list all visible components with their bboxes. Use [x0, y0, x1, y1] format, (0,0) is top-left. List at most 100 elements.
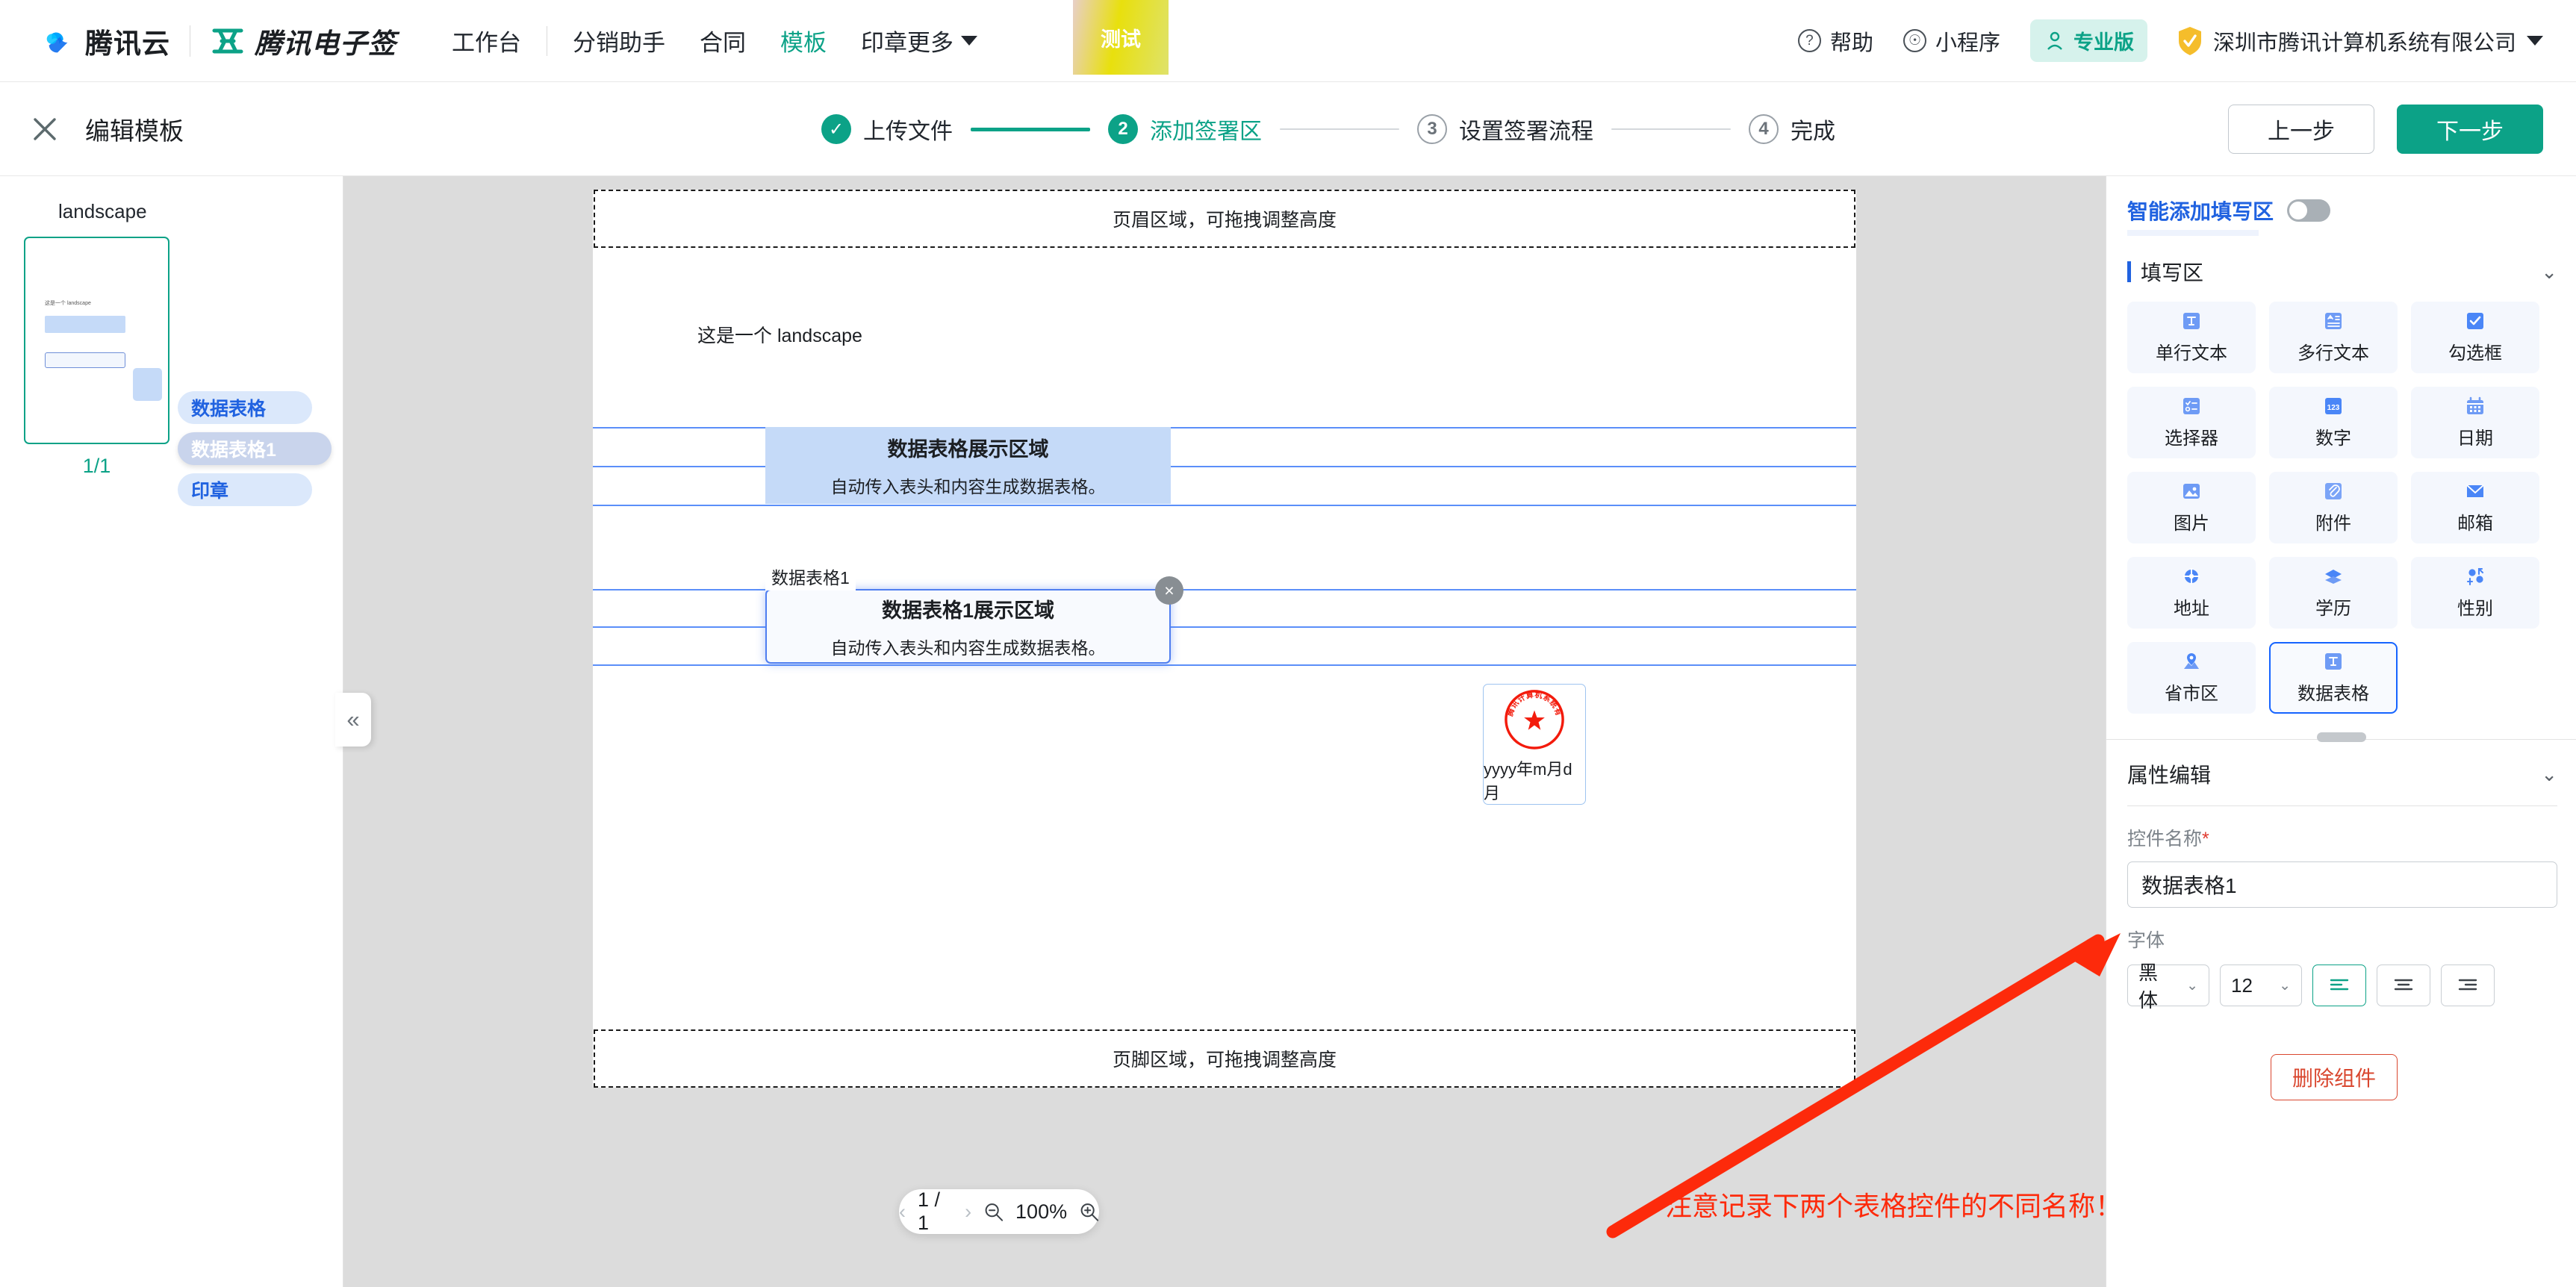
tencent-cloud-logo[interactable]: 腾讯云	[42, 21, 170, 61]
panel-drag-handle[interactable]	[2317, 732, 2366, 742]
field-type-label-3: 选择器	[2165, 429, 2218, 449]
field-type-tile-5[interactable]: 日期	[2411, 387, 2539, 458]
chevron-down-icon: ⌄	[2186, 977, 2198, 994]
close-icon[interactable]	[31, 116, 58, 143]
field-type-tile-8[interactable]: 邮箱	[2411, 472, 2539, 543]
field-type-label-5: 日期	[2457, 429, 2493, 449]
font-size-select[interactable]: 12 ⌄	[2220, 965, 2302, 1006]
field-type-tile-9[interactable]: 地址	[2127, 557, 2256, 629]
pro-version-badge[interactable]: 专业版	[2029, 19, 2147, 62]
company-seal-widget[interactable]: 深圳市腾讯计算机系统有限公司 yyyy年m月d月	[1483, 684, 1586, 805]
step-label-3: 设置签署流程	[1459, 119, 1593, 144]
tencent-cloud-label: 腾讯云	[85, 28, 170, 59]
field-type-tile-4[interactable]: 123 数字	[2269, 387, 2398, 458]
widget-b-title: 数据表格1展示区域	[881, 599, 1055, 622]
thumbnail-body-text: 这是一个 landscape	[45, 301, 91, 306]
field-type-label-8: 邮箱	[2457, 514, 2493, 534]
document-page[interactable]: 页眉区域，可拖拽调整高度 这是一个 landscape 数据表格展示区域 自动传…	[593, 190, 1856, 1088]
field-type-tile-7[interactable]: 附件	[2269, 472, 2398, 543]
field-type-label-0: 单行文本	[2156, 343, 2227, 364]
next-page-button[interactable]: ›	[965, 1200, 971, 1224]
selector-icon	[2183, 398, 2200, 414]
zoom-out-icon[interactable]	[983, 1200, 1004, 1223]
field-type-tile-1[interactable]: 多行文本	[2269, 302, 2398, 373]
field-type-label-11: 性别	[2457, 599, 2493, 619]
footer-zone[interactable]: 页脚区域，可拖拽调整高度	[594, 1029, 1855, 1088]
field-type-tile-12[interactable]: 省市区	[2127, 642, 2256, 714]
align-right-icon	[2458, 979, 2477, 991]
field-type-tile-13[interactable]: 数据表格	[2269, 642, 2398, 714]
step-4[interactable]: 4 完成	[1749, 113, 1835, 146]
smart-fill-row: 智能添加填写区	[2106, 176, 2576, 225]
document-body-text: 这是一个 landscape	[697, 325, 862, 346]
collapse-panel-button[interactable]: «	[335, 693, 371, 747]
page-thumbnail[interactable]: 这是一个 landscape	[24, 237, 169, 444]
nav-item-1[interactable]: 合同	[700, 24, 746, 57]
esign-icon	[212, 28, 243, 53]
help-button[interactable]: ? 帮助	[1797, 25, 1873, 57]
miniprogram-button[interactable]: ☉ 小程序	[1903, 25, 2000, 57]
field-type-tile-6[interactable]: 图片	[2127, 472, 2256, 543]
tencent-esign-logo[interactable]: 腾讯电子签	[210, 21, 396, 61]
thumbnail-page-indicator: 1/1	[82, 455, 111, 477]
document-canvas-area[interactable]: 页眉区域，可拖拽调整高度 这是一个 landscape 数据表格展示区域 自动传…	[343, 176, 2106, 1287]
fill-zone-section-header[interactable]: 填写区 ⌄	[2127, 257, 2557, 287]
chevron-down-icon	[2527, 36, 2543, 46]
company-selector[interactable]: 深圳市腾讯计算机系统有限公司	[2177, 25, 2543, 57]
attachment-icon	[2325, 483, 2342, 499]
test-environment-tab[interactable]: 测试	[1073, 0, 1169, 75]
chevron-down-icon[interactable]: ⌄	[2541, 261, 2557, 284]
smart-fill-toggle[interactable]	[2287, 199, 2331, 222]
widget-b-subtitle: 自动传入表头和内容生成数据表格。	[830, 638, 1106, 658]
font-family-value: 黑体	[2138, 962, 2159, 1012]
field-type-tile-3[interactable]: 选择器	[2127, 387, 2256, 458]
component-chip-2[interactable]: 印章	[178, 473, 312, 506]
step-circle-1: ✓	[821, 114, 851, 144]
field-type-tile-11[interactable]: 性别	[2411, 557, 2539, 629]
chevron-down-icon	[961, 36, 977, 46]
nav-item-3[interactable]: 印章	[861, 24, 907, 57]
prev-page-button[interactable]: ‹	[899, 1200, 906, 1224]
data-table-widget-b[interactable]: 数据表格1 数据表格1展示区域 自动传入表头和内容生成数据表格。 ×	[765, 562, 1183, 664]
step-1[interactable]: ✓ 上传文件	[821, 113, 953, 146]
align-left-button[interactable]	[2312, 965, 2366, 1006]
previous-step-button[interactable]: 上一步	[2228, 104, 2374, 154]
nav-item-2[interactable]: 模板	[780, 24, 827, 57]
field-type-label-10: 学历	[2315, 599, 2351, 619]
nav-item-0[interactable]: 分销助手	[573, 24, 665, 57]
step-label-4: 完成	[1791, 119, 1835, 144]
header-zone[interactable]: 页眉区域，可拖拽调整高度	[594, 190, 1855, 248]
data-table-widget-a[interactable]: 数据表格展示区域 自动传入表头和内容生成数据表格。	[765, 427, 1171, 504]
chevron-down-icon: ⌄	[2279, 977, 2291, 994]
delete-component-button[interactable]: 删除组件	[2271, 1054, 2398, 1100]
gender-icon	[2466, 567, 2484, 586]
chevron-collapse-icon[interactable]: ⌄	[2541, 763, 2557, 786]
widget-b-close-icon[interactable]: ×	[1155, 576, 1183, 605]
company-seal-icon: 深圳市腾讯计算机系统有限公司	[1497, 688, 1564, 750]
field-type-tile-10[interactable]: 学历	[2269, 557, 2398, 629]
component-chip-1[interactable]: 数据表格1	[178, 432, 332, 465]
align-center-icon	[2394, 979, 2413, 991]
component-chip-0[interactable]: 数据表格	[178, 391, 312, 424]
thumbnail-widget-b	[45, 352, 125, 368]
font-family-select[interactable]: 黑体 ⌄	[2127, 962, 2209, 1012]
step-label-1: 上传文件	[863, 119, 953, 144]
page-title: 编辑模板	[85, 116, 184, 145]
section-accent-bar	[2127, 261, 2131, 282]
field-type-tile-2[interactable]: 勾选框	[2411, 302, 2539, 373]
step-2[interactable]: 2 添加签署区	[1108, 113, 1262, 146]
nav-item-more[interactable]: 更多	[907, 24, 977, 57]
step-3[interactable]: 3 设置签署流程	[1417, 113, 1593, 146]
control-name-label: 控件名称*	[2127, 824, 2576, 851]
align-right-button[interactable]	[2441, 965, 2495, 1006]
control-name-input[interactable]: 数据表格1	[2127, 861, 2557, 908]
field-type-tile-0[interactable]: 单行文本	[2127, 302, 2256, 373]
property-editor-header[interactable]: 属性编辑 ⌄	[2127, 759, 2557, 789]
education-icon	[2325, 570, 2342, 584]
align-center-button[interactable]	[2377, 965, 2430, 1006]
nav-item-workbench[interactable]: 工作台	[452, 24, 521, 57]
next-step-button[interactable]: 下一步	[2397, 104, 2543, 154]
step-circle-3: 3	[1417, 114, 1447, 144]
zoom-in-icon[interactable]	[1079, 1200, 1099, 1223]
pro-version-label: 专业版	[2073, 31, 2134, 54]
